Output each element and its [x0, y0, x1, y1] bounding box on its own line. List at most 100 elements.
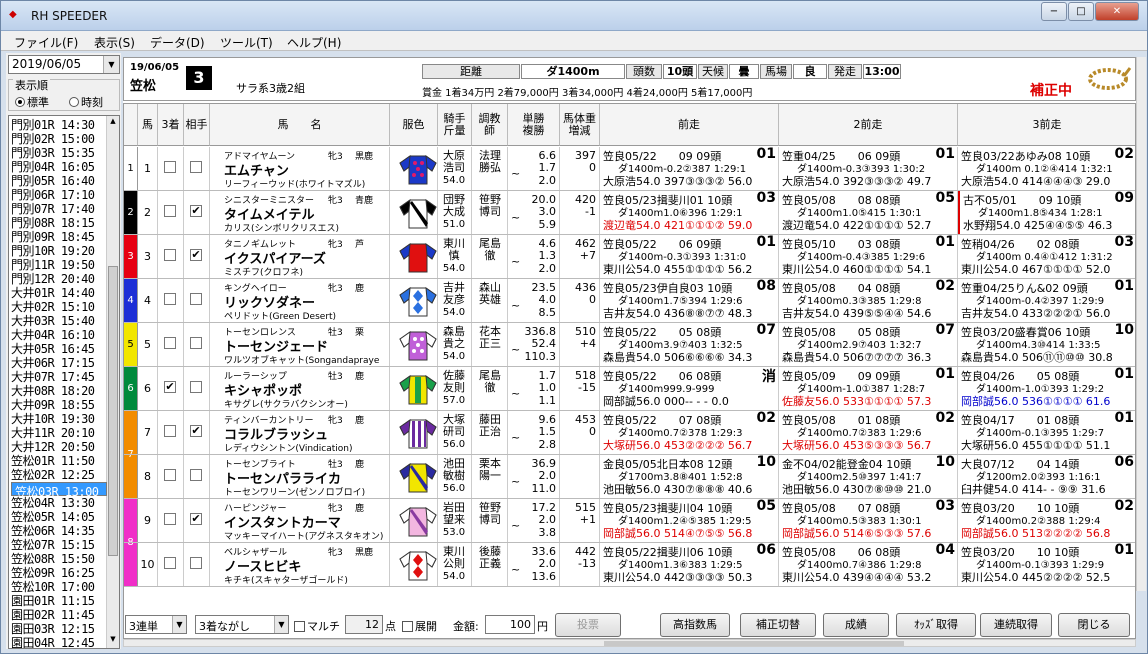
- race-list-item[interactable]: 門別11R 19:50: [11, 258, 107, 272]
- jockey-cell[interactable]: 東川 公則 54.0: [438, 543, 472, 586]
- jockey-cell[interactable]: 池田 敏樹 56.0: [438, 455, 472, 498]
- past-race-p3[interactable]: 笠稍04/26 02 08頭 03 ダ1400m 0.4④①412 1:31:2 東川…: [958, 235, 1135, 278]
- checkbox-empty-icon[interactable]: [294, 621, 305, 632]
- past-race-p2[interactable]: 笠重04/25 06 09頭 01 ダ1400m-0.3③393 1:30:2 大原浩…: [779, 147, 958, 190]
- race-list-item[interactable]: 大井12R 20:50: [11, 440, 107, 454]
- race-list-item[interactable]: 大井05R 16:45: [11, 342, 107, 356]
- past-race-p2[interactable]: 笠良05/08 08 08頭 05 ダ1400m1.0⑤415 1:30:1 渡辺竜5…: [779, 191, 958, 234]
- jockey-cell[interactable]: 岩田 望来 53.0: [438, 499, 472, 542]
- correction-toggle-button[interactable]: 補正切替: [740, 613, 816, 637]
- race-list-item[interactable]: 園田04R 12:45: [11, 636, 107, 648]
- name-cell[interactable]: キングヘイロー 牝3 鹿リックソダネー ペリドット(Green Desert): [210, 279, 390, 322]
- horizontal-scrollbar[interactable]: [123, 639, 1136, 647]
- name-cell[interactable]: ティンバーカントリー 牝3 鹿コラルブラッシュ レディウシントン(Vindicatio…: [210, 411, 390, 454]
- chevron-down-icon[interactable]: ▼: [172, 616, 186, 633]
- name-cell[interactable]: トーセンブライト 牡3 鹿トーセンパラライカ トーセンワリーン(ゼンノロブロイ): [210, 455, 390, 498]
- third-checkbox[interactable]: [164, 337, 176, 349]
- menu-view[interactable]: 表示(S): [94, 34, 135, 51]
- results-button[interactable]: 成績: [823, 613, 889, 637]
- table-row[interactable]: 4 キングヘイロー 牝3 鹿リックソダネー ペリドット(Green Desert) 吉井友…: [124, 279, 1135, 323]
- race-list-item[interactable]: 門別12R 20:40: [11, 272, 107, 286]
- checkbox-empty-icon[interactable]: [402, 621, 413, 632]
- partner-checkbox[interactable]: [190, 337, 202, 349]
- race-list-item[interactable]: 門別07R 17:40: [11, 202, 107, 216]
- expand-checkbox[interactable]: 展開: [402, 618, 437, 634]
- jockey-cell[interactable]: 森島 貴之 54.0: [438, 323, 472, 366]
- past-race-p1[interactable]: 笠良05/22 09 09頭 01 ダ1400m-0.2②387 1:29:1 大原浩…: [600, 147, 779, 190]
- third-checkbox[interactable]: [164, 425, 176, 437]
- race-list-item[interactable]: 笠松09R 16:25: [11, 566, 107, 580]
- past-race-p1[interactable]: 金良05/05北日本08 12頭 10 ダ1700m3.8⑧401 1:52:8 池田…: [600, 455, 779, 498]
- partner-checkbox[interactable]: ✔: [190, 249, 202, 261]
- jockey-cell[interactable]: 吉井 友彦 54.0: [438, 279, 472, 322]
- table-row[interactable]: 9 ✔ ハーピンジャー 牝3 鹿インスタントカーマ マッキーマイハート(アグネスタキオン)…: [124, 499, 1135, 543]
- col-name[interactable]: 馬 名: [210, 104, 390, 146]
- race-list-scrollbar[interactable]: ▲ ▼: [106, 116, 119, 648]
- partner-checkbox[interactable]: [190, 469, 202, 481]
- race-list-item[interactable]: 門別09R 18:45: [11, 230, 107, 244]
- name-cell[interactable]: アドマイヤムーン 牝3 黒鹿 エムチャン リーフィーウッド(ホワイトマズル): [210, 147, 390, 190]
- table-row[interactable]: 2 ✔ シニスターミニスター 牝3 青鹿 タイムメイテル カリス(シンボリクリスエス) 団野大…: [124, 191, 1135, 235]
- race-list-item[interactable]: 大井11R 20:10: [11, 426, 107, 440]
- radio-selected-icon[interactable]: [15, 97, 25, 107]
- table-row[interactable]: 1 アドマイヤムーン 牝3 黒鹿 エムチャン リーフィーウッド(ホワイトマズル) 大原 浩司 5…: [124, 147, 1135, 191]
- race-list-item[interactable]: 笠松02R 12:25: [11, 468, 107, 482]
- partner-checkbox[interactable]: [190, 293, 202, 305]
- menu-file[interactable]: ファイル(F): [14, 34, 78, 51]
- race-list-item[interactable]: 門別01R 14:30: [11, 118, 107, 132]
- past-race-p3[interactable]: 笠良04/26 05 08頭 01 ダ1400m-1.0①393 1:29:2 岡部誠…: [958, 367, 1135, 410]
- third-checkbox[interactable]: [164, 249, 176, 261]
- minimize-button[interactable]: −: [1041, 2, 1067, 21]
- past-race-p2[interactable]: 笠良05/10 03 08頭 01 ダ1400m-0.4③385 1:29:6 東川公…: [779, 235, 958, 278]
- name-cell[interactable]: ルーラーシップ 牡3 鹿キシャポッポ キサグレ(サクラバクシンオー): [210, 367, 390, 410]
- jockey-cell[interactable]: 東川慎 54.0: [438, 235, 472, 278]
- partner-checkbox[interactable]: [190, 381, 202, 393]
- radio-empty-icon[interactable]: [69, 97, 79, 107]
- past-race-p2[interactable]: 笠良05/08 07 08頭 03 ダ1400m0.5③383 1:30:1 岡部誠5…: [779, 499, 958, 542]
- race-list-item[interactable]: 大井08R 18:20: [11, 384, 107, 398]
- race-list-item[interactable]: 笠松06R 14:35: [11, 524, 107, 538]
- race-list-item[interactable]: 笠松04R 13:30: [11, 496, 107, 510]
- col-uma[interactable]: 馬: [138, 104, 158, 146]
- maximize-button[interactable]: □: [1068, 2, 1094, 21]
- jockey-cell[interactable]: 大塚 研司 56.0: [438, 411, 472, 454]
- table-row[interactable]: 3 ✔ タニノギムレット 牝3 芦イクスパイアーズ ミスチフ(クロフネ) 東川慎 54.0 尾島…: [124, 235, 1135, 279]
- race-list-item[interactable]: 笠松08R 15:50: [11, 552, 107, 566]
- table-row[interactable]: 8 トーセンブライト 牡3 鹿トーセンパラライカ トーセンワリーン(ゼンノロブロイ) 池田…: [124, 455, 1135, 499]
- table-row[interactable]: 6 ✔ ルーラーシップ 牡3 鹿キシャポッポ キサグレ(サクラバクシンオー) 佐藤 友則 57.…: [124, 367, 1135, 411]
- past-race-p2[interactable]: 金不04/02能登金04 10頭 10 ダ1400m2.5⑩397 1:41:7 池田…: [779, 455, 958, 498]
- race-list-item[interactable]: 園田03R 12:15: [11, 622, 107, 636]
- continuous-fetch-button[interactable]: 連続取得: [980, 613, 1052, 637]
- jockey-cell[interactable]: 団野 大成 51.0: [438, 191, 472, 234]
- past-race-p1[interactable]: 笠良05/22 05 08頭 07 ダ1400m3.9⑦403 1:32:5 森島貴5…: [600, 323, 779, 366]
- partner-checkbox[interactable]: [190, 161, 202, 173]
- race-list[interactable]: ▲ ▼ 門別01R 14:30 門別02R 15:00 門別03R 15:35 門別0…: [8, 115, 120, 649]
- third-checkbox[interactable]: [164, 161, 176, 173]
- scroll-down-icon[interactable]: ▼: [108, 635, 118, 647]
- past-race-p3[interactable]: 大良07/12 04 14頭 06 ダ1200m2.0②393 1:16:1 臼井健5…: [958, 455, 1135, 498]
- third-checkbox[interactable]: [164, 557, 176, 569]
- vote-button[interactable]: 投票: [555, 613, 621, 637]
- race-list-item[interactable]: 大井07R 17:45: [11, 370, 107, 384]
- past-race-p3[interactable]: 笠重04/25りん&02 09頭 01 ダ1400m-0.4②397 1:29:9 吉…: [958, 279, 1135, 322]
- third-checkbox[interactable]: [164, 293, 176, 305]
- date-select[interactable]: 2019/06/05 ▼: [8, 55, 120, 74]
- chevron-down-icon[interactable]: ▼: [103, 56, 119, 73]
- race-list-item[interactable]: 笠松01R 11:50: [11, 454, 107, 468]
- race-list-item[interactable]: 大井02R 15:10: [11, 300, 107, 314]
- bet-method-select[interactable]: 3着ながし ▼: [195, 615, 289, 634]
- radio-time[interactable]: 時刻: [69, 94, 103, 110]
- hscroll-thumb[interactable]: [604, 641, 904, 646]
- past-race-p3[interactable]: 笠良03/20 10 10頭 01 ダ1400m-0.1③393 1:29:9 東川公…: [958, 543, 1135, 586]
- past-race-p2[interactable]: 笠良05/09 09 09頭 01 ダ1400m-1.0①387 1:28:7 佐藤友…: [779, 367, 958, 410]
- name-cell[interactable]: ベルシャザール 牝3 黒鹿 ノースヒビキ キチキ(スキャターザゴールド): [210, 543, 390, 586]
- name-cell[interactable]: トーセンロレンス 牡3 栗トーセンジェード ワルツオブキャット(Songandapra…: [210, 323, 390, 366]
- partner-checkbox[interactable]: ✔: [190, 513, 202, 525]
- past-race-p3[interactable]: 笠良03/20盛春賞06 10頭 10 ダ1400m4.3⑩414 1:33:5 森島…: [958, 323, 1135, 366]
- multi-checkbox[interactable]: マルチ: [294, 618, 340, 634]
- radio-standard[interactable]: 標準: [15, 94, 49, 110]
- race-list-item[interactable]: 門別03R 15:35: [11, 146, 107, 160]
- race-list-item[interactable]: 大井01R 14:40: [11, 286, 107, 300]
- race-list-item[interactable]: 大井06R 17:15: [11, 356, 107, 370]
- col-third[interactable]: 3着: [158, 104, 184, 146]
